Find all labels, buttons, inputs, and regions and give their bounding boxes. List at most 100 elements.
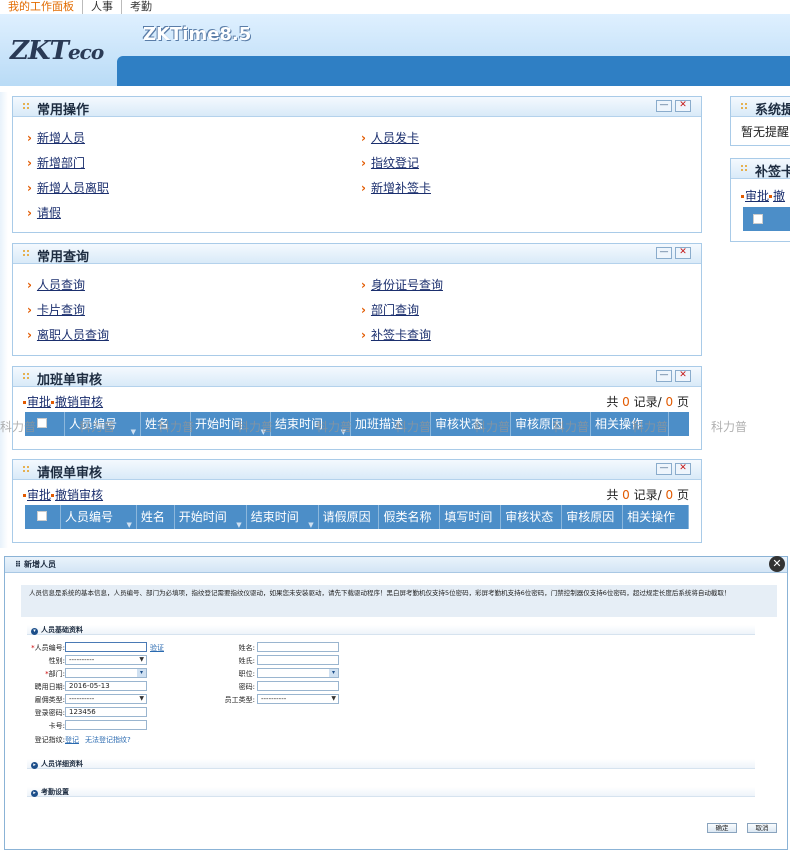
label-employ-type: 雇佣类型:: [34, 696, 65, 704]
col-header[interactable]: 审核原因: [511, 412, 591, 436]
cancel-review-link[interactable]: 撤销审核: [55, 488, 103, 502]
verify-link[interactable]: 验证: [150, 643, 164, 653]
grid-header: [743, 207, 790, 231]
col-header[interactable]: 结束时间 ▼: [271, 412, 351, 436]
close-icon[interactable]: ✕: [675, 370, 691, 382]
select-all-checkbox[interactable]: [25, 505, 61, 529]
col-header[interactable]: 人员编号 ▼: [61, 505, 137, 529]
link-query-card[interactable]: 卡片查询: [27, 301, 85, 318]
system-reminder-panel: 系统提 暂无提醒: [730, 96, 790, 146]
dots-icon: [22, 102, 30, 110]
link-add-dept[interactable]: 新增部门: [27, 154, 85, 171]
left-edge: [0, 92, 8, 548]
dots-icon: [22, 249, 30, 257]
section-attendance[interactable]: ▸ 考勤设置: [27, 787, 755, 797]
link-query-dept[interactable]: 部门查询: [361, 301, 419, 318]
link-leave[interactable]: 请假: [27, 204, 61, 221]
dots-icon: [22, 465, 30, 473]
close-icon[interactable]: ✕: [769, 556, 785, 572]
hire-date-input[interactable]: 2016-05-13: [65, 681, 147, 691]
minimize-icon[interactable]: —: [656, 247, 672, 259]
col-header[interactable]: 人员编号 ▼: [65, 412, 141, 436]
staff-type-select[interactable]: ---------- ▼: [257, 694, 339, 704]
col-header[interactable]: 加班描述: [351, 412, 431, 436]
col-header[interactable]: 相关操作: [623, 505, 690, 529]
pager: 共 0 记录/ 0 页: [606, 395, 689, 409]
select-all-checkbox[interactable]: [753, 214, 763, 224]
label-position: 职位:: [238, 670, 255, 678]
password-input[interactable]: [257, 681, 339, 691]
approve-link[interactable]: 审批: [27, 488, 51, 502]
register-fingerprint-link[interactable]: 登记: [65, 735, 79, 745]
card-no-input[interactable]: [65, 720, 147, 730]
label-staff-type: 员工类型:: [224, 696, 255, 704]
link-query-left-emp[interactable]: 离职人员查询: [27, 326, 109, 343]
minimize-icon[interactable]: —: [656, 100, 672, 112]
action-row: 审批 撤销审核: [23, 393, 103, 410]
app-header: ZKTeco ZKTime8.5: [0, 14, 790, 86]
employ-type-select[interactable]: ---------- ▼: [65, 694, 147, 704]
dept-select[interactable]: ▾: [65, 668, 147, 678]
reminder-text: 暂无提醒: [741, 125, 790, 139]
panel-header: 常用查询 — ✕: [13, 244, 701, 265]
col-header[interactable]: 姓名: [141, 412, 191, 436]
close-icon[interactable]: ✕: [675, 100, 691, 112]
minimize-icon[interactable]: —: [656, 370, 672, 382]
surname-input[interactable]: [257, 655, 339, 665]
position-select[interactable]: ▾: [257, 668, 339, 678]
col-header[interactable]: 开始时间 ▼: [175, 505, 247, 529]
common-ops-panel: 常用操作 — ✕ 新增人员 人员发卡 新增部门 指纹登记 新增人员离职 新增补签…: [12, 96, 702, 233]
overtime-grid-header: 人员编号 ▼ 姓名 开始时间 ▼ 结束时间 ▼ 加班描述 审核状态 审核原因 相关操作: [25, 412, 689, 436]
cannot-register-link[interactable]: 无法登记指纹?: [85, 735, 131, 745]
section-basic[interactable]: ▾ 人员基础资料: [27, 625, 755, 635]
top-nav: 我的工作面板 人事 考勤: [0, 0, 790, 14]
link-query-employee[interactable]: 人员查询: [27, 276, 85, 293]
close-icon[interactable]: ✕: [675, 247, 691, 259]
ok-button[interactable]: 确定: [707, 823, 737, 833]
label-dept: *部门:: [45, 670, 65, 678]
col-header[interactable]: 姓名: [137, 505, 175, 529]
col-header[interactable]: 相关操作: [591, 412, 669, 436]
cancel-button[interactable]: 取消: [747, 823, 777, 833]
link-query-idcard[interactable]: 身份证号查询: [361, 276, 443, 293]
link-issue-card[interactable]: 人员发卡: [361, 129, 419, 146]
label-name: 姓名:: [238, 644, 255, 652]
login-pwd-input[interactable]: 123456: [65, 707, 147, 717]
dots-icon: [22, 372, 30, 380]
col-header[interactable]: 开始时间 ▼: [191, 412, 271, 436]
cancel-link[interactable]: 撤: [773, 189, 785, 203]
cancel-review-link[interactable]: 撤销审核: [55, 395, 103, 409]
nav-my-panel[interactable]: 我的工作面板: [0, 0, 83, 14]
nav-attendance[interactable]: 考勤: [122, 0, 160, 14]
emp-no-input[interactable]: [65, 642, 147, 652]
approve-link[interactable]: 审批: [27, 395, 51, 409]
link-add-leave-emp[interactable]: 新增人员离职: [27, 179, 109, 196]
panel-header: 请假单审核 — ✕: [13, 460, 701, 481]
col-header[interactable]: 填写时间: [440, 505, 502, 529]
common-query-panel: 常用查询 — ✕ 人员查询 身份证号查询 卡片查询 部门查询 离职人员查询 补签…: [12, 243, 702, 356]
close-icon[interactable]: ✕: [675, 463, 691, 475]
link-query-supp-card[interactable]: 补签卡查询: [361, 326, 431, 343]
minimize-icon[interactable]: —: [656, 463, 672, 475]
action-row: 审批 撤销审核: [23, 486, 103, 503]
leave-grid-header: 人员编号 ▼ 姓名 开始时间 ▼ 结束时间 ▼ 请假原因 假类名称 填写时间 审核状态…: [25, 505, 690, 529]
label-password: 密码:: [238, 683, 255, 691]
section-detail[interactable]: ▸ 人员详细资料: [27, 759, 755, 769]
link-add-employee[interactable]: 新增人员: [27, 129, 85, 146]
col-header[interactable]: 审核状态: [501, 505, 563, 529]
col-header[interactable]: 审核原因: [562, 505, 624, 529]
nav-personnel[interactable]: 人事: [83, 0, 122, 14]
link-add-supp-card[interactable]: 新增补签卡: [361, 179, 431, 196]
col-header[interactable]: 请假原因: [319, 505, 380, 529]
label-gender: 性别:: [48, 657, 65, 665]
col-header[interactable]: 结束时间 ▼: [247, 505, 319, 529]
supp-card-panel: 补签卡 审批撤: [730, 158, 790, 242]
name-input[interactable]: [257, 642, 339, 652]
approve-link[interactable]: 审批: [745, 189, 769, 203]
col-header[interactable]: 假类名称: [379, 505, 441, 529]
link-fingerprint[interactable]: 指纹登记: [361, 154, 419, 171]
select-all-checkbox[interactable]: [25, 412, 65, 436]
gender-select[interactable]: ---------- ▼: [65, 655, 147, 665]
dots-icon: [740, 102, 748, 110]
col-header[interactable]: 审核状态: [431, 412, 511, 436]
